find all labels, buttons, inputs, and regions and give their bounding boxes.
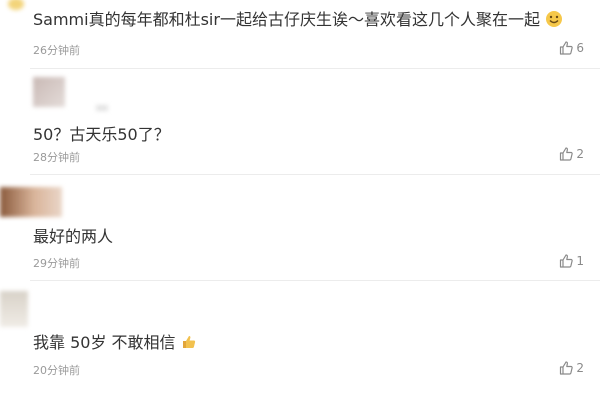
like-button[interactable]: 1 xyxy=(559,254,584,268)
comment-time: 29分钟前 xyxy=(33,257,80,270)
comment-time: 28分钟前 xyxy=(33,151,80,164)
avatar[interactable] xyxy=(0,187,62,217)
comment-item: Sammi真的每年都和杜sir一起给古仔庆生诶～喜欢看这几个人聚在一起 26分钟… xyxy=(0,0,600,66)
comment-item: 最好的两人 29分钟前 1 xyxy=(0,175,600,279)
comment-item: 50？古天乐50了？ 28分钟前 2 xyxy=(0,69,600,169)
thumbs-up-icon xyxy=(559,147,574,161)
like-count: 1 xyxy=(576,254,584,268)
avatar[interactable] xyxy=(8,0,24,10)
thumbs-up-icon xyxy=(559,254,574,268)
thumb-emoji-icon xyxy=(181,334,197,354)
comment-text: Sammi真的每年都和杜sir一起给古仔庆生诶～喜欢看这几个人聚在一起 xyxy=(33,6,563,32)
comment-time: 26分钟前 xyxy=(33,44,80,57)
comment-item: 我靠 50岁 不敢相信 20分钟前 2 xyxy=(0,281,600,394)
avatar-shadow xyxy=(96,105,108,111)
like-count: 2 xyxy=(576,361,584,375)
thumbs-up-icon xyxy=(559,41,574,55)
like-count: 2 xyxy=(576,147,584,161)
grin-emoji-icon xyxy=(545,10,563,32)
like-button[interactable]: 2 xyxy=(559,361,584,375)
like-count: 6 xyxy=(576,41,584,55)
comment-text: 最好的两人 xyxy=(33,227,114,246)
comment-text: 50？古天乐50了？ xyxy=(33,125,170,144)
like-button[interactable]: 6 xyxy=(559,41,584,55)
comment-time: 20分钟前 xyxy=(33,364,80,377)
avatar[interactable] xyxy=(0,291,28,327)
like-button[interactable]: 2 xyxy=(559,147,584,161)
comment-text: 我靠 50岁 不敢相信 xyxy=(33,329,197,354)
avatar[interactable] xyxy=(33,77,65,107)
thumbs-up-icon xyxy=(559,361,574,375)
